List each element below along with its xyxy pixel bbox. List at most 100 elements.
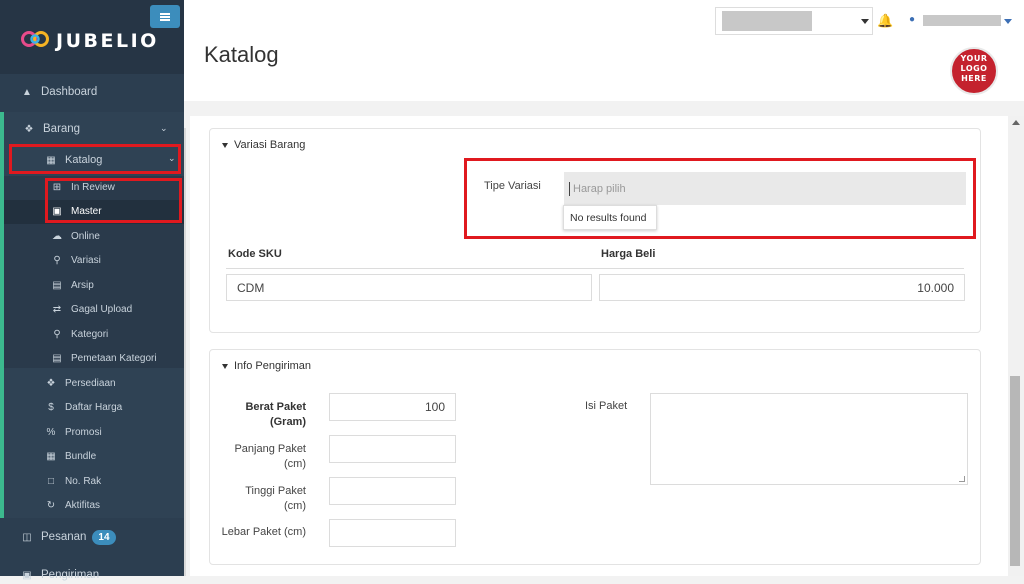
pesanan-count-badge: 14 [92, 529, 116, 545]
sidebar-divider [184, 128, 186, 576]
brand: JUBELIO [0, 0, 184, 74]
user-menu[interactable] [923, 15, 1001, 26]
lebar-paket-input[interactable] [329, 519, 456, 547]
bookmark-icon: □ [47, 475, 55, 487]
label-line: Berat Paket [245, 401, 306, 413]
label-line: (Gram) [269, 416, 306, 428]
sidebar-item-daftar-harga[interactable]: $ Daftar Harga [0, 398, 184, 416]
stamp-line: YOUR [960, 54, 988, 63]
highlight-tipe-variasi [464, 158, 976, 239]
panel-title: Variasi Barang [234, 139, 306, 151]
sidebar-item-label: Persediaan [65, 377, 116, 389]
panjang-paket-label: Panjang Paket (cm) [226, 442, 306, 472]
isi-paket-label: Isi Paket [585, 400, 628, 412]
sidebar-item-kategori[interactable]: ⚲ Kategori [0, 325, 184, 343]
label-line: (cm) [284, 500, 306, 512]
sidebar-item-variasi[interactable]: ⚲ Variasi [0, 251, 184, 269]
highlight-katalog [9, 144, 181, 174]
dollar-icon: $ [48, 401, 54, 413]
sidebar-item-label: Gagal Upload [71, 303, 133, 315]
sidebar-item-bundle[interactable]: ▦ Bundle [0, 447, 184, 465]
tinggi-paket-label: Tinggi Paket (cm) [226, 484, 306, 514]
harga-beli-header: Harga Beli [601, 248, 656, 260]
isi-paket-textarea[interactable] [650, 393, 968, 485]
stamp-line: HERE [961, 74, 987, 83]
sidebar-item-pemetaan-kategori[interactable]: ▤ Pemetaan Kategori [0, 349, 184, 367]
sidebar-item-label: Pesanan [41, 531, 87, 543]
user-icon[interactable]: ● [909, 14, 915, 25]
lebar-paket-label: Lebar Paket (cm) [221, 526, 306, 538]
sidebar-item-label: Promosi [65, 426, 102, 438]
chevron-down-icon: ⌄ [160, 123, 168, 133]
table-icon: ▤ [52, 352, 62, 364]
kode-sku-header: Kode SKU [228, 248, 282, 260]
sidebar-item-persediaan[interactable]: ❖ Persediaan [0, 374, 184, 392]
caret-down-icon [222, 142, 228, 148]
sidebar-item-gagal-upload[interactable]: ⇄ Gagal Upload [0, 300, 184, 318]
sidebar-item-label: Daftar Harga [65, 401, 123, 413]
percent-icon: % [46, 426, 56, 438]
content-scrollbar[interactable] [1008, 116, 1024, 576]
panel-title: Info Pengiriman [234, 360, 312, 372]
sidebar-item-label: Dashboard [41, 86, 98, 98]
sidebar-item-pesanan[interactable]: ◫ Pesanan 14 [0, 527, 184, 547]
menu-toggle-button[interactable] [150, 5, 180, 28]
label-line: Panjang Paket [234, 443, 306, 455]
cubes-icon: ❖ [24, 123, 34, 135]
cubes-icon: ❖ [46, 377, 56, 389]
sidebar-item-promosi[interactable]: % Promosi [0, 423, 184, 441]
sitemap-icon: ⚲ [53, 254, 61, 266]
cloud-icon: ☁ [52, 230, 62, 242]
sidebar-item-aktifitas[interactable]: ↻ Aktifitas [0, 496, 184, 514]
kode-sku-input[interactable]: CDM [226, 274, 592, 301]
label-line: Tinggi Paket [245, 485, 306, 497]
label-line: (cm) [284, 458, 306, 470]
tinggi-paket-input[interactable] [329, 477, 456, 505]
panjang-paket-input[interactable] [329, 435, 456, 463]
caret-down-icon[interactable] [1004, 19, 1012, 24]
retweet-icon: ⇄ [52, 303, 62, 315]
sidebar-item-label: Variasi [71, 254, 101, 266]
sidebar-item-label: Bundle [65, 450, 97, 462]
caret-down-icon [222, 363, 228, 369]
th-large-icon: ▦ [46, 450, 56, 462]
truck-icon: ▣ [22, 569, 32, 581]
hamburger-icon [160, 12, 170, 21]
bell-icon[interactable]: 🔔 [877, 13, 893, 29]
info-pengiriman-toggle[interactable]: Info Pengiriman [222, 360, 311, 372]
archive-icon: ▤ [52, 279, 62, 291]
harga-beli-input[interactable]: 10.000 [599, 274, 965, 301]
sidebar-item-label: Pengiriman [41, 569, 100, 581]
berat-paket-input[interactable]: 100 [329, 393, 456, 421]
sidebar-item-label: Kategori [71, 328, 109, 340]
redacted-value [722, 11, 812, 31]
scroll-up-icon[interactable] [1012, 120, 1020, 125]
sidebar-item-barang[interactable]: ❖ Barang [0, 120, 184, 138]
sitemap-icon: ⚲ [53, 328, 61, 340]
variasi-barang-toggle[interactable]: Variasi Barang [222, 139, 305, 151]
location-select[interactable] [715, 7, 873, 35]
sidebar-item-no-rak[interactable]: □ No. Rak [0, 472, 184, 490]
your-logo-here-stamp: YOUR LOGO HERE [950, 47, 998, 95]
top-header: Katalog 🔔 ● YOUR LOGO HERE [184, 0, 1024, 101]
main-content: Variasi Barang Tipe Variasi Harap pilih … [190, 116, 1008, 576]
info-pengiriman-panel: Info Pengiriman Berat Paket (Gram) 100 P… [209, 349, 981, 565]
brand-name: JUBELIO [56, 30, 159, 52]
sidebar-item-label: Arsip [71, 279, 94, 291]
sidebar-item-label: Barang [43, 123, 81, 135]
sidebar-item-dashboard[interactable]: ▲ Dashboard [0, 83, 184, 101]
resize-handle-icon[interactable] [959, 476, 965, 482]
sidebar-item-pengiriman[interactable]: ▣ Pengiriman [0, 566, 184, 584]
sidebar-item-label: Aktifitas [65, 499, 101, 511]
highlight-master [45, 178, 182, 223]
sidebar-item-arsip[interactable]: ▤ Arsip [0, 276, 184, 294]
page-title: Katalog [204, 42, 279, 67]
jubelio-logo-icon [21, 31, 49, 47]
sidebar-item-online[interactable]: ☁ Online [0, 227, 184, 245]
scroll-thumb[interactable] [1010, 376, 1020, 566]
sidebar-item-label: Pemetaan Kategori [71, 352, 157, 364]
shopping-basket-icon: ◫ [22, 531, 32, 543]
variasi-barang-panel: Variasi Barang Tipe Variasi Harap pilih … [209, 128, 981, 333]
stamp-line: LOGO [960, 64, 988, 73]
sidebar: JUBELIO ▲ Dashboard ❖ Barang ⌄ ▦ Katalog… [0, 0, 184, 581]
